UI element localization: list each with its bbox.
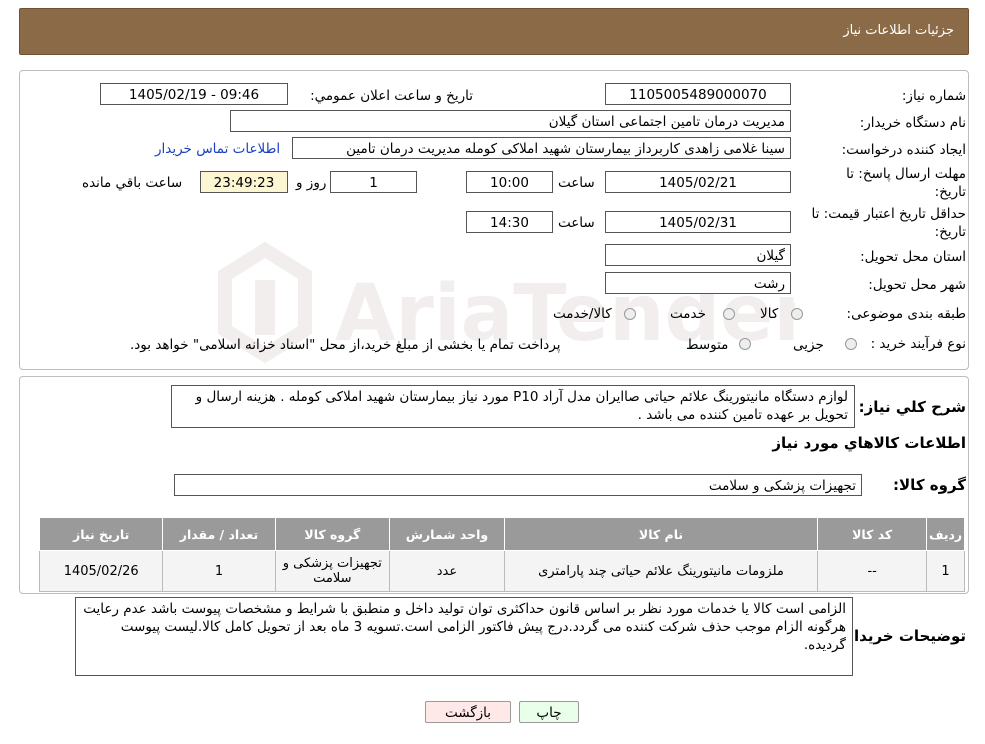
col-date: تاريخ نياز [38,517,164,551]
cell-group: تجهیزات پزشکی و سلامت [274,550,391,592]
cell-date: 1405/02/26 [38,550,164,592]
category-goods-radio[interactable] [791,308,803,320]
goods-group-label: گروه کالا: [893,476,966,494]
category-goods-service-radio[interactable] [624,308,636,320]
category-service-radio[interactable] [723,308,735,320]
reply-deadline-label: مهلت ارسال پاسخ: تا [846,166,966,182]
province-label: استان محل تحويل: [860,249,966,265]
page-title: جزئیات اطلاعات نیاز [843,23,954,38]
page-header: جزئیات اطلاعات نیاز [19,8,969,55]
validity-label-2: تاريخ: [934,224,966,240]
buyer-org-label: نام دستگاه خريدار: [859,115,966,131]
cell-name: ملزومات مانیتورینگ علائم حیاتی چند پارام… [503,550,819,592]
creator-label: ايجاد کننده درخواست: [841,142,966,158]
need-number-label: شماره نياز: [901,88,966,104]
creator-field: سینا غلامی زاهدی کاربرداز بیمارستان شهید… [292,137,791,159]
purchase-minor-label: جزیی [793,337,824,353]
remaining-label: ساعت باقي مانده [82,175,183,191]
col-unit: واحد شمارش [389,517,505,551]
col-code: کد کالا [817,517,928,551]
days-label: روز و [296,175,327,191]
category-goods-service-label: کالا/خدمت [553,306,612,322]
col-name: نام کالا [503,517,819,551]
table-row: 1 -- ملزومات مانیتورینگ علائم حیاتی چند … [38,550,965,592]
reply-date-field: 1405/02/21 [605,171,791,193]
table-header-row: رديف کد کالا نام کالا واحد شمارش گروه کا… [38,517,965,551]
need-number-field: 1105005489000070 [605,83,791,105]
announce-label: تاريخ و ساعت اعلان عمومي: [310,88,473,104]
buyer-notes-text: الزامی است کالا یا خدمات مورد نظر بر اسا… [75,597,853,676]
col-row: رديف [926,517,965,551]
col-group: گروه کالا [274,517,391,551]
buyer-org-field: مدیریت درمان تامین اجتماعی استان گیلان [230,110,791,132]
category-goods-label: کالا [760,306,779,322]
purchase-medium-label: متوسط [686,337,729,353]
announce-field: 1405/02/19 - 09:46 [100,83,288,105]
cell-unit: عدد [389,550,505,592]
category-service-label: خدمت [670,306,706,322]
province-field: گیلان [605,244,791,266]
description-text: لوازم دستگاه مانیتورینگ علائم حیاتی صاای… [171,385,855,428]
col-qty: تعداد / مقدار [162,517,276,551]
validity-time-label: ساعت [558,215,595,231]
goods-table: رديف کد کالا نام کالا واحد شمارش گروه کا… [38,517,965,592]
print-button[interactable]: چاپ [519,701,579,723]
cell-row: 1 [926,550,965,592]
reply-time-field: 10:00 [466,171,553,193]
remaining-time-field: 23:49:23 [200,171,288,193]
purchase-minor-radio[interactable] [845,338,857,350]
goods-section-title: اطلاعات کالاهاي مورد نياز [772,434,966,452]
description-label: شرح کلي نياز: [858,398,966,416]
days-field: 1 [330,171,417,193]
cell-qty: 1 [162,550,276,592]
buyer-notes-label: توضيحات خريدار: [839,627,966,645]
validity-date-field: 1405/02/31 [605,211,791,233]
reply-time-label: ساعت [558,175,595,191]
goods-group-field: تجهیزات پزشکی و سلامت [174,474,862,496]
purchase-note: پرداخت تمام یا بخشی از مبلغ خرید،از محل … [130,337,561,353]
cell-code: -- [817,550,928,592]
purchase-medium-radio[interactable] [739,338,751,350]
city-field: رشت [605,272,791,294]
city-label: شهر محل تحويل: [868,277,966,293]
validity-time-field: 14:30 [466,211,553,233]
category-label: طبقه بندی موضوعی: [846,306,966,322]
contact-info-link[interactable]: اطلاعات تماس خريدار [155,141,280,157]
validity-label: حداقل تاريخ اعتبار قيمت: تا [811,206,966,222]
purchase-type-label: نوع فرآیند خرید : [870,336,966,352]
back-button[interactable]: بازگشت [425,701,511,723]
reply-deadline-label-2: تاريخ: [934,184,966,200]
